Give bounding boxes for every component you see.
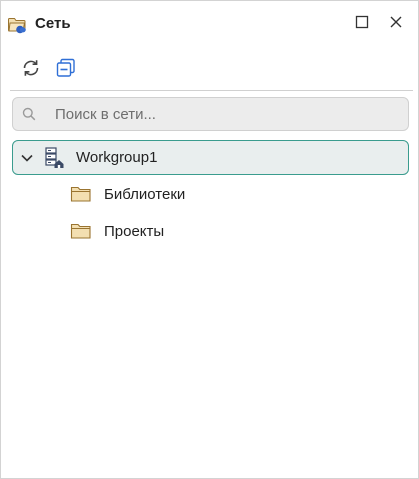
title-bar: Сеть <box>1 1 418 47</box>
tree-item-label: Проекты <box>104 223 165 240</box>
search-icon <box>22 107 36 121</box>
search-input[interactable] <box>55 98 395 130</box>
network-folder-icon <box>7 14 27 34</box>
refresh-icon <box>20 57 42 84</box>
folder-icon <box>70 222 92 240</box>
search-box <box>12 97 409 131</box>
chevron-down-icon[interactable] <box>20 151 34 165</box>
network-panel: Сеть Поиск в сети... Workgroup1 Библиоте… <box>0 0 419 479</box>
tree-item-projects[interactable]: Проекты <box>12 214 407 248</box>
toolbar-divider <box>10 90 413 91</box>
panel-title: Сеть <box>35 15 71 32</box>
tree-item-workgroup1[interactable]: Workgroup1 <box>12 140 409 175</box>
tree-item-libraries[interactable]: Библиотеки <box>12 177 407 211</box>
close-icon <box>389 15 403 34</box>
tree-item-label: Библиотеки <box>104 186 186 203</box>
close-button[interactable] <box>385 13 407 35</box>
tree-item-label: Workgroup1 <box>76 149 158 166</box>
toolbar <box>1 57 418 87</box>
server-icon <box>44 147 64 169</box>
refresh-button[interactable] <box>18 57 44 83</box>
collapse-all-icon <box>55 57 77 84</box>
maximize-icon <box>355 15 369 34</box>
collapse-all-button[interactable] <box>53 57 79 83</box>
folder-icon <box>70 185 92 203</box>
maximize-button[interactable] <box>351 13 373 35</box>
